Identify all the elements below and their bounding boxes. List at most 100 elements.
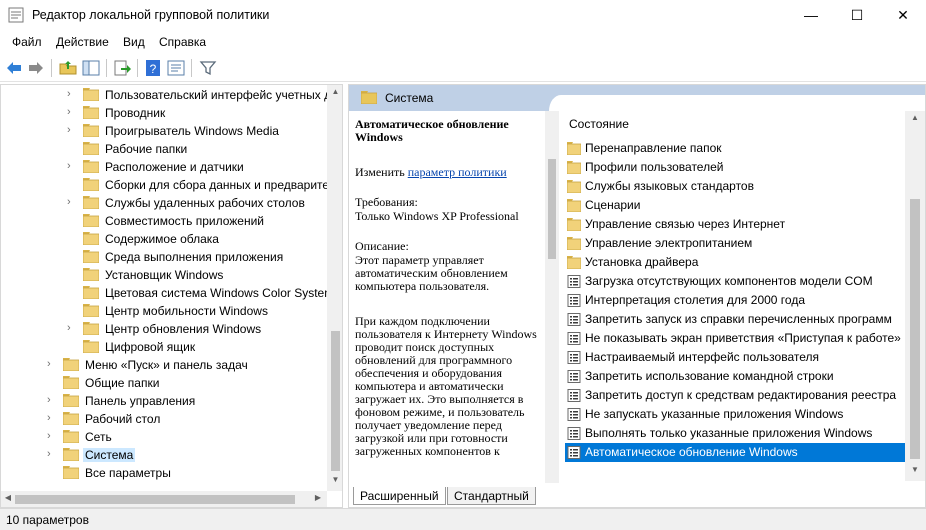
policy-setting-item[interactable]: Запретить доступ к средствам редактирова… — [565, 386, 907, 405]
tree-item[interactable]: › Пользовательский интерфейс учетных д — [1, 86, 331, 104]
tree-item[interactable]: › Службы удаленных рабочих столов — [1, 194, 331, 212]
folder-icon — [83, 286, 99, 299]
scrollbar-thumb[interactable] — [15, 495, 295, 504]
tree-item[interactable]: › Центр обновления Windows — [1, 320, 331, 338]
policy-setting-item[interactable]: Не показывать экран приветствия «Приступ… — [565, 329, 907, 348]
edit-policy-link[interactable]: параметр политики — [408, 165, 507, 179]
scrollbar-thumb[interactable] — [910, 199, 920, 459]
tree-vertical-scrollbar[interactable]: ▲ ▼ — [327, 85, 342, 491]
list-item-label: Автоматическое обновление Windows — [585, 445, 798, 459]
maximize-button[interactable]: ☐ — [834, 0, 880, 30]
tree-item[interactable]: Все параметры — [1, 464, 331, 482]
chevron-right-icon[interactable]: › — [67, 124, 77, 136]
settings-folder-item[interactable]: Установка драйвера — [565, 253, 907, 272]
up-folder-icon[interactable] — [58, 58, 78, 78]
settings-folder-item[interactable]: Управление связью через Интернет — [565, 215, 907, 234]
chevron-right-icon[interactable]: › — [47, 430, 57, 442]
forward-arrow-icon[interactable] — [26, 58, 46, 78]
tree-item-label: Система — [83, 448, 136, 462]
tree-item[interactable]: Установщик Windows — [1, 266, 331, 284]
tree-item[interactable]: Цифровой ящик — [1, 338, 331, 356]
settings-folder-item[interactable]: Управление электропитанием — [565, 234, 907, 253]
policy-setting-icon — [567, 351, 581, 364]
list-item-label: Интерпретация столетия для 2000 года — [585, 293, 805, 307]
chevron-right-icon[interactable]: › — [67, 88, 77, 100]
policy-setting-item[interactable]: Выполнять только указанные приложения Wi… — [565, 424, 907, 443]
chevron-right-icon[interactable]: › — [67, 322, 77, 334]
tree-item[interactable]: Цветовая система Windows Color System — [1, 284, 334, 302]
settings-folder-item[interactable]: Сценарии — [565, 196, 907, 215]
chevron-right-icon[interactable]: › — [47, 394, 57, 406]
tree-item[interactable]: › Сеть — [1, 428, 331, 446]
chevron-right-icon[interactable]: › — [67, 196, 77, 208]
column-header-state[interactable]: Состояние — [569, 117, 629, 131]
tree-item[interactable]: Общие папки — [1, 374, 331, 392]
menu-file[interactable]: Файл — [12, 35, 42, 49]
tab-standard[interactable]: Стандартный — [447, 487, 536, 505]
menu-action[interactable]: Действие — [56, 35, 109, 49]
chevron-right-icon[interactable]: › — [67, 160, 77, 172]
header-decoration — [549, 95, 925, 111]
settings-list-scrollbar[interactable]: ▲ ▼ — [905, 111, 925, 481]
folder-icon — [83, 142, 99, 155]
help-icon[interactable]: ? — [143, 58, 163, 78]
scrollbar-thumb[interactable] — [331, 331, 340, 471]
chevron-right-icon[interactable]: › — [47, 448, 57, 460]
scroll-down-icon[interactable]: ▼ — [905, 465, 925, 479]
tree-item[interactable]: › Проигрыватель Windows Media — [1, 122, 331, 140]
filter-icon[interactable] — [198, 58, 218, 78]
scroll-down-icon[interactable]: ▼ — [327, 475, 342, 489]
status-text: 10 параметров — [6, 513, 89, 527]
tree-item[interactable]: › Расположение и датчики — [1, 158, 331, 176]
tree-item[interactable]: › Панель управления — [1, 392, 331, 410]
tab-extended[interactable]: Расширенный — [353, 487, 446, 505]
chevron-right-icon[interactable]: › — [67, 106, 77, 118]
tree-item[interactable]: Среда выполнения приложения — [1, 248, 331, 266]
tree-item[interactable]: › Рабочий стол — [1, 410, 331, 428]
properties-icon[interactable] — [166, 58, 186, 78]
tree-item[interactable]: Сборки для сбора данных и предварител — [1, 176, 336, 194]
policy-tree-pane[interactable]: › Пользовательский интерфейс учетных д › Пр… — [0, 84, 343, 508]
tree-item[interactable]: Центр мобильности Windows — [1, 302, 331, 320]
back-arrow-icon[interactable] — [4, 58, 24, 78]
tree-item[interactable]: › Проводник — [1, 104, 331, 122]
menu-view[interactable]: Вид — [123, 35, 145, 49]
list-item-label: Запретить запуск из справки перечисленны… — [585, 312, 892, 326]
tree-item[interactable]: Содержимое облака — [1, 230, 331, 248]
policy-setting-item[interactable]: Не запускать указанные приложения Window… — [565, 405, 907, 424]
tree-horizontal-scrollbar[interactable]: ◀ ▶ — [1, 491, 327, 507]
settings-folder-item[interactable]: Перенаправление папок — [565, 139, 907, 158]
folder-icon — [83, 106, 99, 119]
policy-setting-item[interactable]: Интерпретация столетия для 2000 года — [565, 291, 907, 310]
policy-setting-icon — [567, 389, 581, 402]
requirements-value: Только Windows XP Professional — [355, 209, 519, 223]
policy-setting-item[interactable]: Запретить использование командной строки — [565, 367, 907, 386]
settings-folder-item[interactable]: Профили пользователей — [565, 158, 907, 177]
scroll-left-icon[interactable]: ◀ — [1, 493, 15, 506]
scroll-right-icon[interactable]: ▶ — [311, 493, 325, 506]
chevron-right-icon[interactable]: › — [47, 358, 57, 370]
scroll-up-icon[interactable]: ▲ — [327, 87, 342, 101]
scrollbar-thumb[interactable] — [548, 159, 556, 259]
settings-folder-item[interactable]: Службы языковых стандартов — [565, 177, 907, 196]
policy-setting-item[interactable]: Автоматическое обновление Windows — [565, 443, 907, 462]
policy-setting-item[interactable]: Запретить запуск из справки перечисленны… — [565, 310, 907, 329]
scroll-up-icon[interactable]: ▲ — [905, 113, 925, 127]
tree-item[interactable]: Рабочие папки — [1, 140, 331, 158]
tree-item[interactable]: › Меню «Пуск» и панель задач — [1, 356, 331, 374]
chevron-right-icon[interactable]: › — [47, 412, 57, 424]
toolbar-separator — [137, 59, 138, 77]
list-item-label: Загрузка отсутствующих компонентов модел… — [585, 274, 873, 288]
tree-item[interactable]: Совместимость приложений — [1, 212, 331, 230]
menu-help[interactable]: Справка — [159, 35, 206, 49]
folder-icon — [83, 214, 99, 227]
tree-item[interactable]: › Система — [1, 446, 331, 464]
policy-setting-icon — [567, 275, 581, 288]
policy-setting-item[interactable]: Настраиваемый интерфейс пользователя — [565, 348, 907, 367]
policy-setting-item[interactable]: Загрузка отсутствующих компонентов модел… — [565, 272, 907, 291]
description-scrollbar[interactable] — [545, 111, 559, 483]
show-hide-tree-icon[interactable] — [81, 58, 101, 78]
close-button[interactable]: ✕ — [880, 0, 926, 30]
minimize-button[interactable]: — — [788, 0, 834, 30]
export-list-icon[interactable] — [112, 58, 132, 78]
